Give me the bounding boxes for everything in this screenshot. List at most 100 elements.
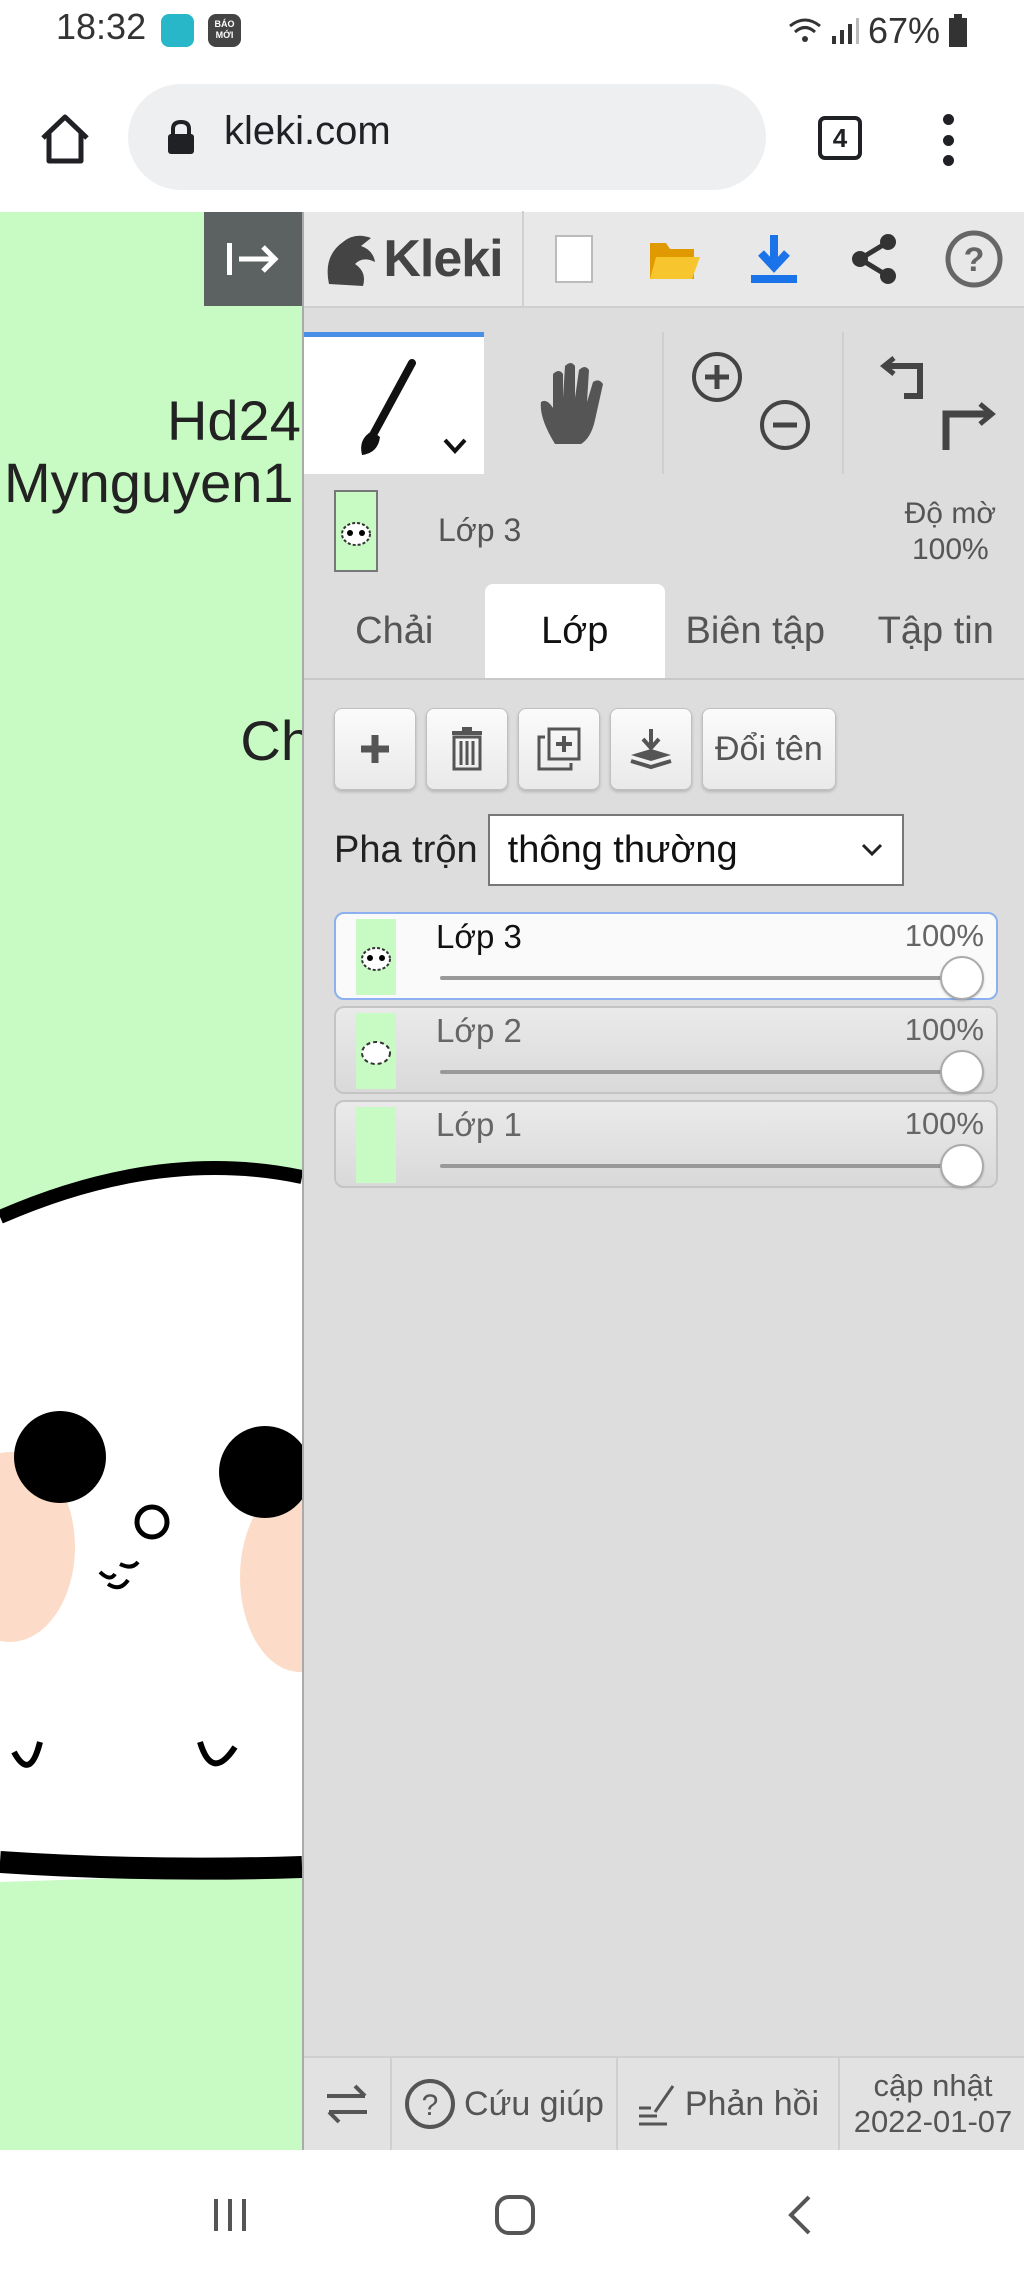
kleki-logo-icon [327,235,376,286]
delete-layer-button[interactable] [426,708,508,790]
tab-edit[interactable]: Biên tập [665,584,846,678]
tab-file[interactable]: Tập tin [846,584,1024,678]
help-icon: ? [405,2079,456,2129]
merge-layer-button[interactable] [610,708,692,790]
menu-dot [942,155,954,166]
brush-icon [361,359,416,455]
feedback-label: Phản hồi [684,2084,820,2123]
layer-item[interactable]: Lớp 2 100% [334,1006,998,1094]
share-button[interactable] [824,211,924,307]
opacity-readout: Độ mờ 100% [905,496,996,568]
undo-icon[interactable] [880,352,936,406]
layer-actions: Đổi tên [334,708,836,792]
chevron-down-icon [443,438,467,454]
home-nav-icon [495,2195,535,2235]
update-date: 2022-01-07 [853,2104,1013,2139]
redo-icon[interactable] [936,398,996,454]
help-icon: ? [945,230,1003,288]
menu-dot [942,114,954,125]
plus-icon [361,735,389,763]
open-file-button[interactable] [624,211,724,307]
zoom-out-icon[interactable] [758,398,812,452]
canvas-text: Mynguyen1 [4,451,294,514]
layer-thumbnail [356,1013,396,1089]
layer-name: Lớp 1 [436,1106,522,1143]
lock-icon [168,119,194,154]
changelog-button[interactable]: cập nhật 2022-01-07 [840,2058,1024,2150]
drawing-canvas[interactable]: Hd247 Mynguyen1 Ch [0,212,302,2150]
tab-layers[interactable]: Lớp [484,584,665,678]
feedback-pen-icon [638,2085,675,2126]
add-layer-button[interactable] [334,708,416,790]
tab-brush[interactable]: Chải [304,584,485,678]
url-text: kleki.com [224,109,391,153]
layer-thumbnail-drawing [361,1041,391,1065]
canvas-text: Ch [240,709,302,772]
brush-tool-button[interactable] [304,332,484,474]
duplicate-icon [537,727,581,771]
feedback-button[interactable]: Phản hồi [618,2058,840,2150]
layer-name: Lớp 3 [436,918,522,955]
blend-mode-label: Pha trộn [334,828,478,871]
trash-icon [452,727,482,771]
android-nav-bar [0,2150,1024,2276]
back-icon [788,2195,811,2235]
layer-opacity-slider[interactable] [440,976,962,980]
layer-item[interactable]: Lớp 3 100% [334,912,998,1000]
rename-layer-button[interactable]: Đổi tên [702,708,836,790]
open-folder-icon [650,243,700,279]
signal-icon [831,18,859,44]
recent-apps-button[interactable] [190,2180,270,2250]
duplicate-layer-button[interactable] [518,708,600,790]
back-button[interactable] [760,2180,840,2250]
layer-opacity-slider[interactable] [440,1164,962,1168]
share-icon [852,234,896,284]
current-layer-info: Lớp 3 Độ mờ 100% [304,482,1024,582]
layer-thumbnail [356,1107,396,1183]
layer-opacity-slider[interactable] [440,1070,962,1074]
browser-menu-button[interactable] [920,110,976,170]
new-image-button[interactable] [524,211,624,307]
layer-opacity-knob[interactable] [940,1144,984,1188]
swap-side-button[interactable] [304,2058,392,2150]
merge-down-icon [630,729,672,770]
url-field[interactable]: kleki.com [128,84,766,190]
current-layer-name: Lớp 3 [438,512,522,548]
update-label: cập nhật [873,2068,993,2103]
bao-moi-icon: BÁO MỚI [208,14,241,47]
layer-item[interactable]: Lớp 1 100% [334,1100,998,1188]
svg-text:?: ? [964,241,985,279]
blend-mode-value: thông thường [507,828,738,871]
blend-mode-select[interactable]: thông thường [487,814,904,886]
layer-opacity-knob[interactable] [940,956,984,1000]
layer-name: Lớp 2 [436,1012,522,1049]
collapse-panel-button[interactable] [204,212,302,306]
swap-arrows-icon [327,2084,367,2124]
layer-opacity-value: 100% [904,918,984,953]
collapse-arrow-icon [227,243,279,275]
home-nav-button[interactable] [475,2180,555,2250]
status-time: 18:32 [56,6,147,47]
help-link-button[interactable]: ? Cứu giúp [392,2058,618,2150]
opacity-label: Độ mờ [904,497,996,530]
download-icon [751,235,797,283]
download-button[interactable] [724,211,824,307]
layer-opacity-knob[interactable] [940,1050,984,1094]
battery-percent: 67% [867,10,940,51]
canvas-drawing [0,1161,302,1882]
home-button[interactable] [30,104,100,174]
tool-row [304,332,1024,474]
battery-icon [949,14,967,47]
wifi-icon [789,18,821,42]
chevron-down-icon [861,843,882,857]
undo-redo-controls [844,332,1024,474]
zoom-controls [664,332,844,474]
layer-list: Lớp 3 100% Lớp 2 100% Lớp 1 100% [334,912,998,1194]
help-label: Cứu giúp [464,2084,604,2123]
new-image-icon [555,235,593,283]
tabs-button[interactable]: 4 [812,110,868,166]
help-button[interactable]: ? [924,211,1024,307]
menu-dot [942,134,954,146]
hand-tool-button[interactable] [484,332,664,474]
zoom-in-icon[interactable] [690,350,744,404]
